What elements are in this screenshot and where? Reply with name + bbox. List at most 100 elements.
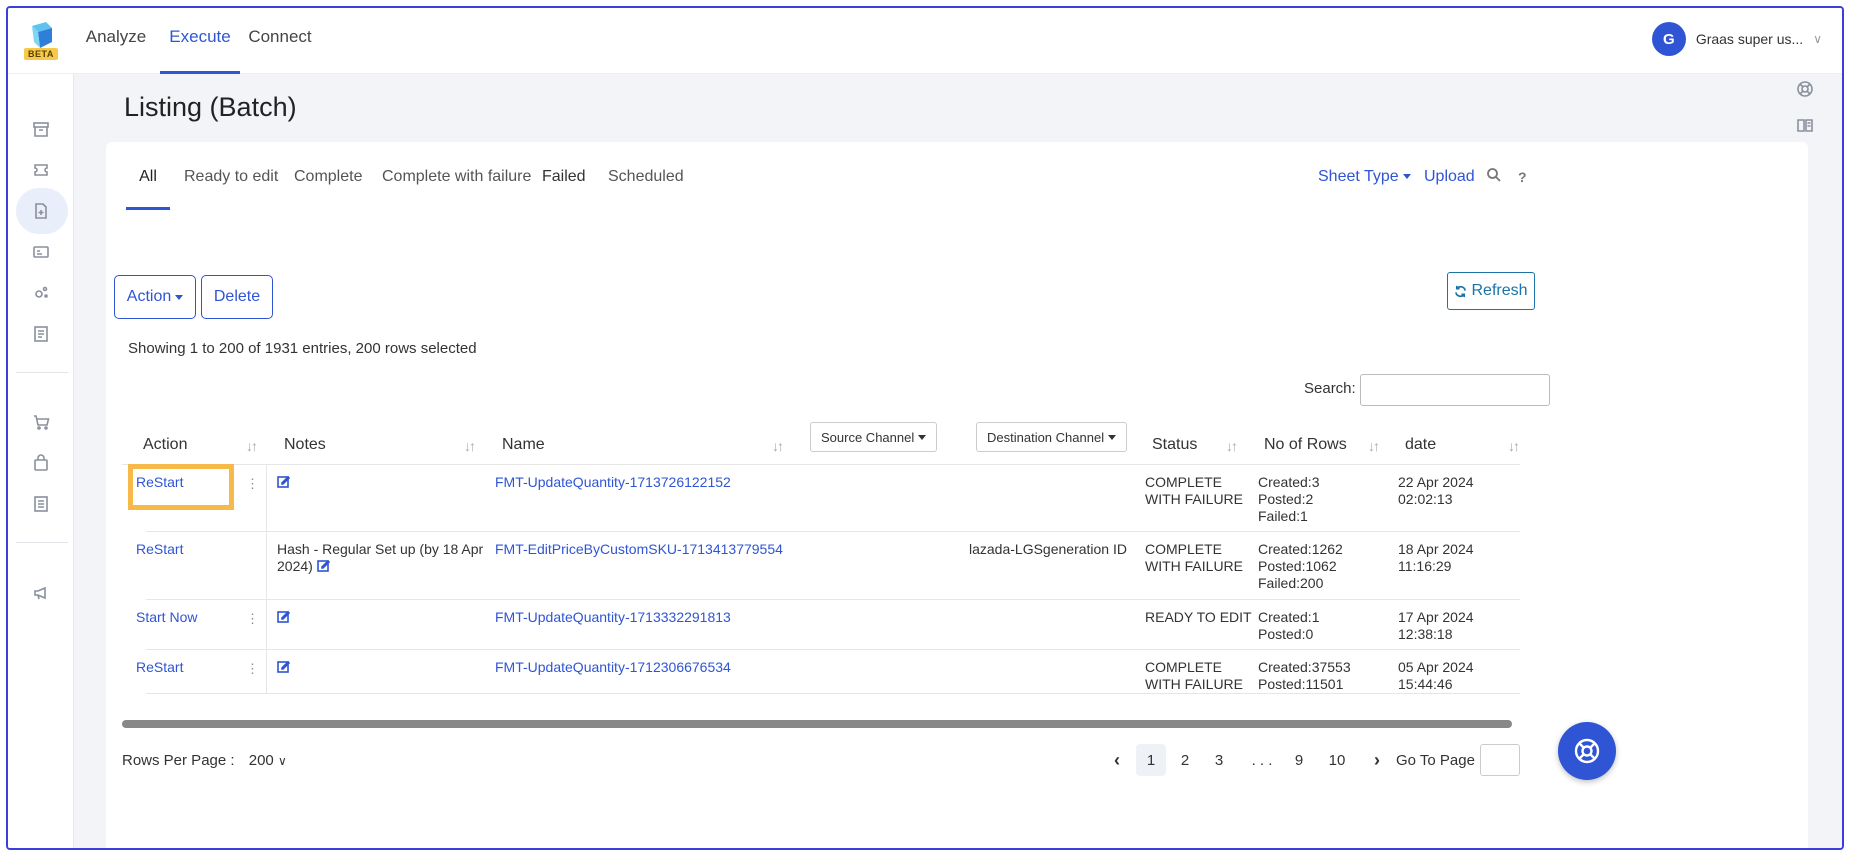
page-9[interactable]: 9 (1284, 744, 1314, 776)
notes-text: 2024) (277, 558, 313, 574)
page-title: Listing (Batch) (124, 92, 297, 122)
destination-channel-filter[interactable]: Destination Channel (976, 422, 1128, 452)
date-time: 11:16:29 (1398, 558, 1452, 574)
search-input[interactable] (1360, 374, 1550, 406)
archive-icon[interactable] (30, 118, 52, 140)
date-time: 15:44:46 (1398, 676, 1453, 692)
refresh-icon (1455, 285, 1467, 297)
upload-link[interactable]: Upload (1424, 164, 1475, 190)
ticket-icon[interactable] (30, 159, 52, 181)
date-time: 12:38:18 (1398, 626, 1453, 642)
column-header-rows[interactable]: No of Rows (1264, 436, 1347, 454)
count-created: Created:3 (1258, 474, 1320, 490)
sheet-type-dropdown[interactable]: Sheet Type (1318, 164, 1411, 190)
tab-complete[interactable]: Complete (294, 164, 362, 210)
user-name: Graas super us... (1695, 31, 1804, 47)
nav-tab-execute[interactable]: Execute (160, 8, 240, 74)
tab-complete-with-failure[interactable]: Complete with failure (382, 164, 531, 210)
column-header-action[interactable]: Action (143, 436, 187, 454)
row-name-link[interactable]: FMT-EditPriceByCustomSKU-1713413779554 (495, 541, 783, 558)
kebab-menu-icon[interactable]: ⋮ (246, 476, 259, 492)
nav-tab-connect[interactable]: Connect (240, 8, 320, 74)
source-channel-filter[interactable]: Source Channel (810, 422, 938, 452)
sort-icon[interactable]: ↓↑ (772, 438, 784, 454)
sort-icon[interactable]: ↓↑ (246, 438, 258, 454)
refresh-button[interactable]: Refresh (1447, 272, 1535, 310)
document-icon[interactable] (30, 200, 52, 222)
row-action-link[interactable]: ReStart (136, 541, 183, 558)
header-divider (122, 464, 1520, 465)
page-1[interactable]: 1 (1136, 744, 1166, 776)
avatar: G (1651, 22, 1686, 56)
column-header-date[interactable]: date (1405, 436, 1436, 454)
row-divider (146, 599, 1520, 600)
caret-down-icon (918, 434, 927, 440)
goto-page-input[interactable] (1480, 744, 1520, 776)
tab-scheduled[interactable]: Scheduled (608, 164, 684, 210)
row-action-link[interactable]: ReStart (136, 659, 183, 676)
page-2[interactable]: 2 (1170, 744, 1200, 776)
tab-ready-to-edit[interactable]: Ready to edit (184, 164, 278, 210)
row-name-link[interactable]: FMT-UpdateQuantity-1713332291813 (495, 609, 731, 626)
page-10[interactable]: 10 (1322, 744, 1352, 776)
caret-down-icon (175, 294, 184, 300)
search-icon[interactable] (1486, 166, 1502, 192)
help-circle-icon[interactable] (1796, 80, 1818, 102)
kebab-menu-icon[interactable]: ⋮ (246, 611, 259, 627)
kebab-menu-icon[interactable]: ⋮ (246, 661, 259, 677)
sort-icon[interactable]: ↓↑ (464, 438, 476, 454)
action-dropdown-button[interactable]: Action (114, 275, 196, 319)
next-page-icon[interactable]: › (1362, 744, 1392, 776)
beta-badge: BETA (24, 48, 58, 60)
tab-failed[interactable]: Failed (542, 164, 586, 210)
edit-notes-icon[interactable] (316, 559, 330, 572)
delete-button[interactable]: Delete (201, 275, 273, 319)
horizontal-scrollbar[interactable] (122, 720, 1512, 728)
megaphone-icon[interactable] (30, 582, 52, 604)
row-name-link[interactable]: FMT-UpdateQuantity-1712306676534 (495, 659, 731, 676)
sheet-type-label: Sheet Type (1318, 168, 1399, 185)
status-line: WITH FAILURE (1145, 676, 1244, 692)
book-icon[interactable] (1796, 116, 1818, 138)
prev-page-icon[interactable]: ‹ (1102, 744, 1132, 776)
cart-icon[interactable] (30, 411, 52, 433)
date-time: 02:02:13 (1398, 491, 1453, 507)
caret-down-icon (1108, 434, 1117, 440)
rows-per-page-value: 200 (248, 752, 274, 769)
entries-summary: Showing 1 to 200 of 1931 entries, 200 ro… (128, 340, 477, 357)
column-header-name[interactable]: Name (502, 436, 545, 454)
sort-icon[interactable]: ↓↑ (1226, 438, 1238, 454)
count-posted: Posted:0 (1258, 626, 1314, 642)
settings-cluster-icon[interactable] (30, 282, 52, 304)
user-menu[interactable]: G Graas super us... ∨ (1651, 22, 1822, 56)
sort-icon[interactable]: ↓↑ (1508, 438, 1520, 454)
file-list-icon[interactable] (30, 493, 52, 515)
nav-tab-analyze[interactable]: Analyze (78, 8, 154, 74)
count-posted: Posted:11501 (1258, 676, 1344, 692)
row-name-link[interactable]: FMT-UpdateQuantity-1713726122152 (495, 474, 731, 491)
top-nav: BETA Analyze Execute Connect G Graas sup… (8, 8, 1842, 74)
list-icon[interactable] (30, 323, 52, 345)
column-header-notes[interactable]: Notes (284, 436, 326, 454)
row-status: READY TO EDIT (1145, 609, 1252, 626)
listing-card: All Ready to edit Complete Complete with… (106, 142, 1808, 848)
row-status: COMPLETE WITH FAILURE (1145, 659, 1243, 693)
rows-per-page[interactable]: Rows Per Page : 200 ∨ (122, 752, 287, 769)
edit-notes-icon[interactable] (277, 659, 291, 676)
id-card-icon[interactable] (30, 241, 52, 263)
count-failed: Failed:1 (1258, 508, 1308, 524)
support-fab[interactable] (1558, 722, 1616, 780)
row-status: COMPLETE WITH FAILURE (1145, 541, 1243, 575)
edit-notes-icon[interactable] (277, 609, 291, 626)
bag-icon[interactable] (30, 452, 52, 474)
row-action-link[interactable]: ReStart (136, 474, 183, 491)
help-icon[interactable]: ? (1518, 164, 1527, 190)
page-3[interactable]: 3 (1204, 744, 1234, 776)
page-ellipsis: . . . (1251, 751, 1273, 769)
sort-icon[interactable]: ↓↑ (1368, 438, 1380, 454)
row-action-link[interactable]: Start Now (136, 609, 197, 626)
tab-all[interactable]: All (126, 164, 170, 210)
edit-notes-icon[interactable] (277, 474, 291, 491)
sidebar-divider (16, 372, 68, 373)
column-header-status[interactable]: Status (1152, 436, 1197, 454)
